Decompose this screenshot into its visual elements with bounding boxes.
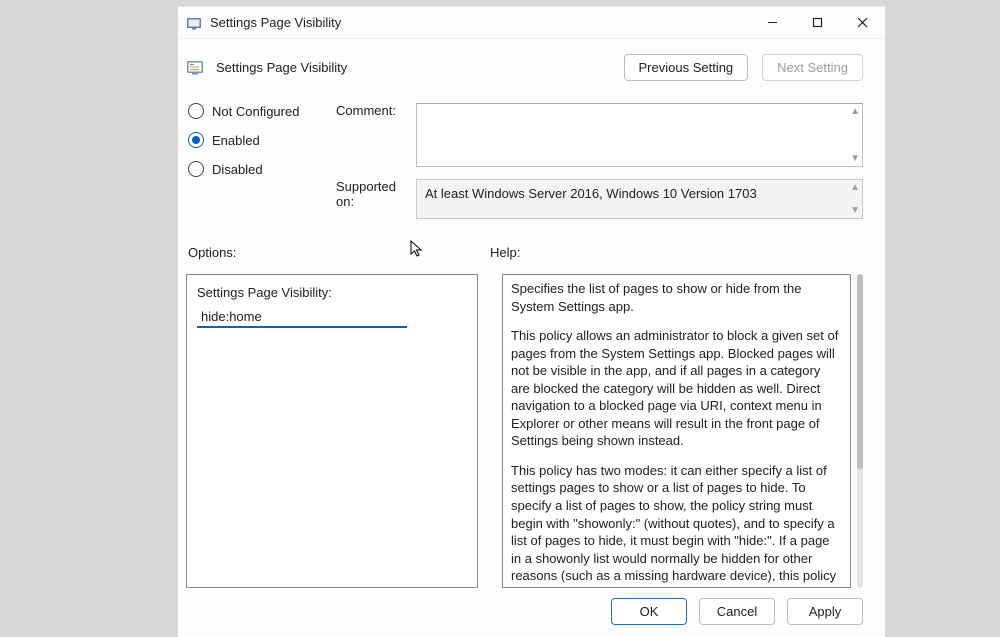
window-controls [750, 7, 885, 38]
comment-textarea[interactable]: ▲ ▼ [416, 103, 863, 167]
radio-not-configured[interactable]: Not Configured [188, 103, 336, 119]
previous-setting-button[interactable]: Previous Setting [624, 54, 749, 81]
help-pane: Specifies the list of pages to show or h… [502, 274, 851, 588]
help-paragraph: Specifies the list of pages to show or h… [511, 280, 842, 315]
settings-visibility-input[interactable] [197, 306, 407, 328]
cancel-button[interactable]: Cancel [699, 598, 775, 625]
radio-icon [188, 103, 204, 119]
window-title: Settings Page Visibility [210, 15, 750, 30]
options-heading: Options: [188, 245, 490, 260]
policy-icon [186, 59, 204, 77]
supported-on-label: Supported on: [336, 179, 416, 219]
close-icon [857, 17, 868, 28]
comment-label: Comment: [336, 103, 416, 167]
header-row: Settings Page Visibility Previous Settin… [186, 54, 863, 81]
help-paragraph: This policy has two modes: it can either… [511, 462, 842, 588]
dialog-window: Settings Page Visibility Settings [178, 6, 885, 637]
maximize-button[interactable] [795, 7, 840, 38]
titlebar: Settings Page Visibility [178, 7, 885, 39]
radio-disabled[interactable]: Disabled [188, 161, 336, 177]
apply-button[interactable]: Apply [787, 598, 863, 625]
scroll-up-icon[interactable]: ▲ [850, 182, 860, 193]
help-heading: Help: [490, 245, 520, 260]
supported-on-value: At least Windows Server 2016, Windows 10… [416, 179, 863, 219]
app-icon [186, 15, 202, 31]
radio-icon [188, 132, 204, 148]
scrollbar-thumb[interactable] [857, 274, 863, 469]
help-scrollbar[interactable] [857, 274, 863, 588]
supported-on-text: At least Windows Server 2016, Windows 10… [425, 186, 757, 201]
minimize-icon [767, 17, 778, 28]
help-paragraph: This policy allows an administrator to b… [511, 327, 842, 450]
options-pane: Settings Page Visibility: [186, 274, 478, 588]
radio-enabled[interactable]: Enabled [188, 132, 336, 148]
radio-icon [188, 161, 204, 177]
minimize-button[interactable] [750, 7, 795, 38]
ok-button[interactable]: OK [611, 598, 687, 625]
scroll-down-icon[interactable]: ▼ [850, 153, 860, 164]
next-setting-button: Next Setting [762, 54, 863, 81]
scroll-up-icon[interactable]: ▲ [850, 106, 860, 117]
radio-label: Enabled [212, 133, 260, 148]
maximize-icon [812, 17, 823, 28]
options-field-label: Settings Page Visibility: [197, 285, 467, 300]
scroll-down-icon[interactable]: ▼ [850, 205, 860, 216]
radio-label: Not Configured [212, 104, 299, 119]
radio-label: Disabled [212, 162, 263, 177]
close-button[interactable] [840, 7, 885, 38]
page-title: Settings Page Visibility [216, 60, 612, 75]
